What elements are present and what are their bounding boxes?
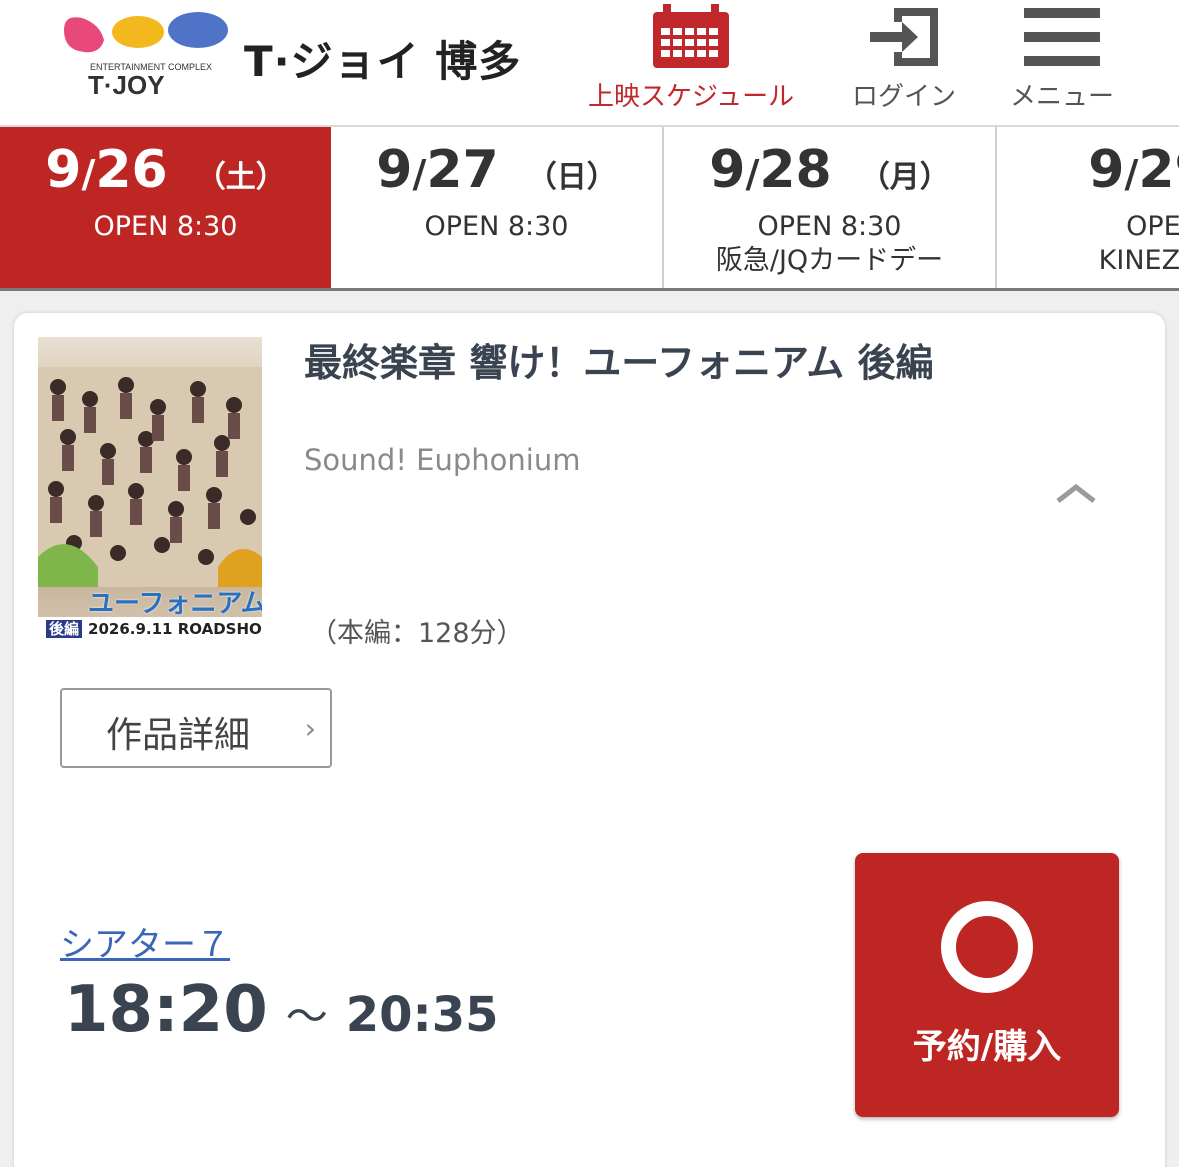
login-nav-button[interactable]: ログイン [852,4,956,113]
open-time: OPEN 8:30 [424,211,569,242]
menu-nav-button[interactable]: メニュー [1010,4,1114,113]
date-label: 9/29 [1088,140,1179,200]
start-time: 18:20 [64,973,268,1047]
chevron-up-icon[interactable] [1054,481,1098,505]
theater-link[interactable]: シアター７ [60,917,230,966]
reserve-purchase-label: 予約/購入 [912,1027,1062,1067]
theater-brand-name: T·ジョイ 博多 [244,37,522,86]
reserve-purchase-button[interactable]: 予約/購入 [855,853,1119,1117]
detail-button-label: 作品詳細 [106,715,251,756]
circle-available-icon [941,901,1033,993]
date-label: 9/27 （日） [376,140,617,200]
date-tabs: 9/26 （土） OPEN 8:30 9/27 （日） OPEN 8:30 9/28… [0,127,1179,291]
schedule-nav-label: 上映スケジュール [588,82,795,112]
poster-title: ユーフォニアム [88,589,262,619]
poster-release-date: 後編 2026.9.11 ROADSHOW [38,617,262,641]
login-icon [870,8,938,66]
date-tab-0926[interactable]: 9/26 （土） OPEN 8:30 [0,127,331,288]
movie-poster[interactable]: ユーフォニアム 後編 2026.9.11 ROADSHOW [38,337,262,641]
tjoy-logo[interactable]: ENTERTAINMENT COMPLEX T·JOY [60,10,230,100]
login-nav-label: ログイン [852,82,957,112]
svg-text:T·JOY: T·JOY [88,70,165,100]
schedule-nav-button[interactable]: 上映スケジュール [588,4,794,113]
showtime: 18:20 ～ 20:35 [64,973,499,1047]
movie-detail-button[interactable]: 作品詳細 › [60,688,332,768]
date-note: 阪急/JQカードデー [715,245,944,276]
time-separator: ～ [285,992,328,1041]
movie-title: 最終楽章 響け！ユーフォニアム 後編 [304,341,934,385]
end-time: 20:35 [345,987,499,1043]
menu-nav-label: メニュー [1010,82,1115,112]
movie-card: ユーフォニアム 後編 2026.9.11 ROADSHOW 最終楽章 響け！ユーフ… [14,313,1165,1167]
site-header: ENTERTAINMENT COMPLEX T·JOY T·ジョイ 博多 上映ス… [0,0,1179,127]
date-label: 9/26 （土） [45,140,286,200]
date-tab-0928[interactable]: 9/28 （月） OPEN 8:30 阪急/JQカードデー [664,127,997,288]
chevron-right-icon: › [304,712,316,745]
open-time: OPEN 8:30 [93,211,238,242]
date-tab-0929[interactable]: 9/29 OPEN KINEZO会 [997,127,1179,288]
date-note: KINEZO会 [1098,245,1179,276]
hamburger-menu-icon [1024,8,1100,66]
date-tab-0927[interactable]: 9/27 （日） OPEN 8:30 [331,127,664,288]
date-label: 9/28 （月） [709,140,950,200]
runtime: （本編：128分） [310,618,524,649]
open-time: OPEN [1126,211,1179,242]
calendar-icon [653,4,730,68]
open-time: OPEN 8:30 [757,211,902,242]
movie-title-en: Sound! Euphonium [304,443,581,477]
poster-illustration [38,367,262,587]
